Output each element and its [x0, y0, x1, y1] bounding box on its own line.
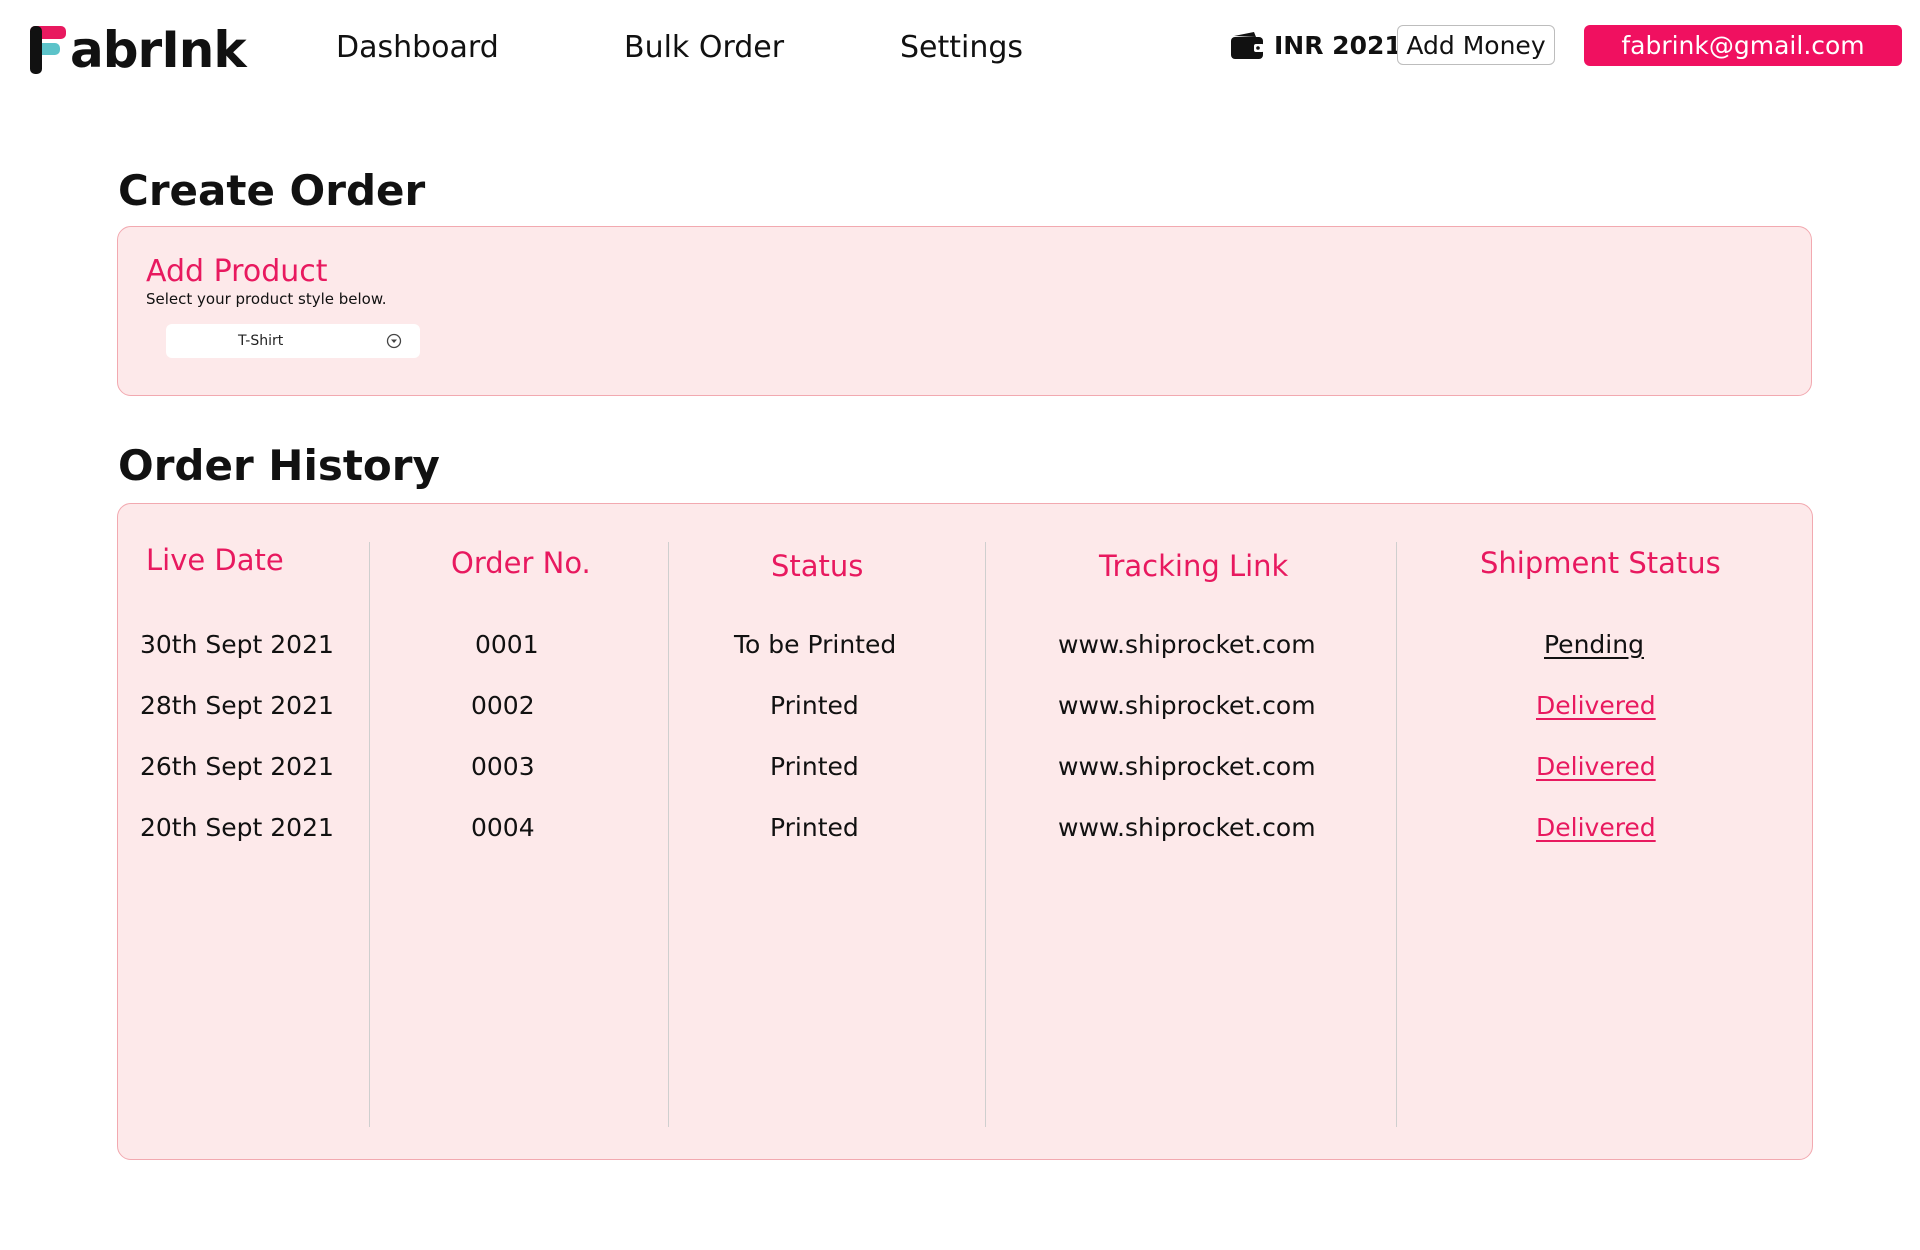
- wallet-balance: INR 2021: [1230, 30, 1402, 60]
- account-email-button[interactable]: fabrink@gmail.com: [1584, 25, 1902, 66]
- wallet-icon: [1231, 32, 1264, 59]
- cell-tracking-link[interactable]: www.shiprocket.com: [1058, 754, 1316, 779]
- column-header-tracking-link: Tracking Link: [1099, 549, 1289, 583]
- product-style-value: T-Shirt: [238, 333, 284, 349]
- add-product-title: Add Product: [146, 254, 328, 289]
- cell-live-date: 26th Sept 2021: [140, 752, 334, 781]
- cell-order-no: 0001: [475, 630, 539, 659]
- cell-shipment-status[interactable]: Delivered: [1536, 754, 1656, 779]
- cell-order-no: 0003: [471, 752, 535, 781]
- top-navbar: abrInk Dashboard Bulk Order Settings INR…: [0, 0, 1920, 100]
- fabrink-logo[interactable]: abrInk: [28, 21, 247, 79]
- product-style-select[interactable]: T-Shirt: [166, 324, 420, 358]
- add-money-button[interactable]: Add Money: [1397, 25, 1555, 65]
- order-history-table: Live Date Order No. Status Tracking Link…: [117, 503, 1813, 1160]
- column-header-status: Status: [771, 549, 864, 583]
- cell-status: Printed: [770, 813, 859, 842]
- column-header-live-date: Live Date: [146, 543, 284, 577]
- cell-status: To be Printed: [734, 630, 897, 659]
- cell-tracking-link[interactable]: www.shiprocket.com: [1058, 632, 1316, 657]
- add-product-panel: Add Product Select your product style be…: [117, 226, 1812, 396]
- cell-live-date: 30th Sept 2021: [140, 630, 334, 659]
- cell-shipment-status[interactable]: Delivered: [1536, 815, 1656, 840]
- add-product-subtitle: Select your product style below.: [146, 290, 387, 308]
- cell-live-date: 20th Sept 2021: [140, 813, 334, 842]
- cell-live-date: 28th Sept 2021: [140, 691, 334, 720]
- cell-shipment-status[interactable]: Pending: [1544, 632, 1644, 657]
- nav-bulk-order[interactable]: Bulk Order: [624, 28, 784, 68]
- logo-text: abrInk: [70, 21, 247, 79]
- nav-settings[interactable]: Settings: [900, 28, 1023, 68]
- logo-f-mark: [30, 26, 66, 74]
- create-order-title: Create Order: [118, 166, 426, 215]
- column-header-shipment-status: Shipment Status: [1480, 546, 1721, 580]
- column-divider: [369, 542, 370, 1127]
- balance-amount: INR 2021: [1274, 30, 1402, 60]
- cell-order-no: 0004: [471, 813, 535, 842]
- column-divider: [985, 542, 986, 1127]
- order-history-title: Order History: [118, 441, 440, 490]
- cell-shipment-status[interactable]: Delivered: [1536, 693, 1656, 718]
- column-divider: [668, 542, 669, 1127]
- column-divider: [1396, 542, 1397, 1127]
- column-header-order-no: Order No.: [451, 546, 591, 580]
- nav-dashboard[interactable]: Dashboard: [336, 28, 499, 68]
- cell-status: Printed: [770, 691, 859, 720]
- chevron-down-circle-icon: [386, 333, 402, 349]
- cell-status: Printed: [770, 752, 859, 781]
- cell-tracking-link[interactable]: www.shiprocket.com: [1058, 815, 1316, 840]
- cell-order-no: 0002: [471, 691, 535, 720]
- cell-tracking-link[interactable]: www.shiprocket.com: [1058, 693, 1316, 718]
